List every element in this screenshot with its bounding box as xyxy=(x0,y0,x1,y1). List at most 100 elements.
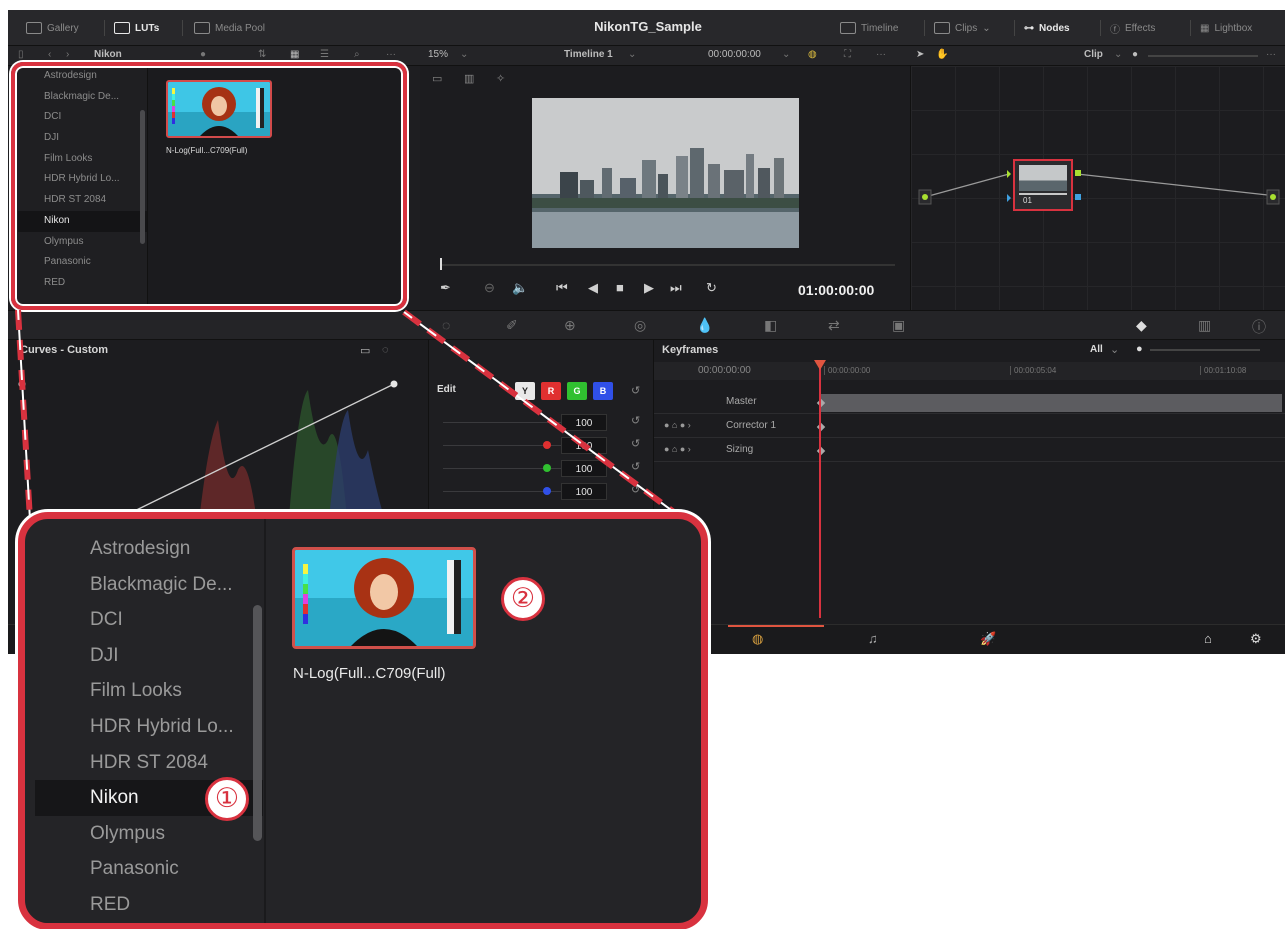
slider-handle-icon[interactable]: ● xyxy=(200,49,206,60)
play-reverse-icon[interactable]: ◀ xyxy=(588,280,598,296)
nodes-button[interactable]: ⊶ Nodes xyxy=(1024,19,1070,37)
lut-category-item[interactable]: Blackmagic De... xyxy=(35,567,263,603)
luts-button[interactable]: LUTs xyxy=(114,19,159,37)
lut-category-item[interactable]: Olympus xyxy=(35,816,263,852)
chevron-down-icon[interactable]: ⌄ xyxy=(628,49,636,60)
skip-back-icon[interactable]: ⏮ xyxy=(556,280,568,296)
lut-category-item[interactable]: DJI xyxy=(35,638,263,674)
highlight-icon[interactable]: ✧ xyxy=(496,72,505,85)
master-keyframe-bar[interactable] xyxy=(820,394,1282,412)
keyframe-track[interactable]: Corrector 1 ● ⌂ ● › xyxy=(654,416,1285,438)
channel-value-field[interactable]: 100 xyxy=(561,414,607,431)
viewer-mode-icon[interactable]: ▭ xyxy=(432,72,442,85)
stop-icon[interactable]: ■ xyxy=(616,280,624,295)
more-icon[interactable]: ··· xyxy=(386,49,396,60)
lut-category-item[interactable]: HDR Hybrid Lo... xyxy=(35,709,263,745)
channel-slider[interactable] xyxy=(443,491,571,492)
playhead[interactable] xyxy=(440,258,442,270)
window-icon[interactable]: ◌ xyxy=(442,317,450,333)
channel-slider[interactable] xyxy=(443,468,571,469)
color-page-icon[interactable]: ◍ xyxy=(752,631,763,647)
forward-icon[interactable]: › xyxy=(66,49,69,60)
lut-category-item[interactable]: HDR ST 2084 xyxy=(35,745,263,781)
curve-link-icon[interactable]: ◌ xyxy=(382,344,389,356)
zoom-slider[interactable] xyxy=(1148,55,1258,57)
reset-icon[interactable]: ↺ xyxy=(631,384,640,397)
scrubber-bar[interactable] xyxy=(440,264,895,266)
reset-icon[interactable]: ↺ xyxy=(631,483,640,496)
track-controls-icon[interactable]: ● ⌂ ● › xyxy=(664,420,691,430)
channel-slider[interactable] xyxy=(443,422,571,423)
zoom-level[interactable]: 15% xyxy=(428,49,448,60)
keyframe-lane[interactable] xyxy=(820,442,1282,460)
lut-category-item[interactable]: RED xyxy=(35,887,263,923)
chevron-down-icon[interactable]: ⌄ xyxy=(1110,343,1119,356)
sidebar-toggle-icon[interactable]: ▯ xyxy=(18,49,24,60)
fullscreen-icon[interactable]: ⛶ xyxy=(844,49,851,60)
scopes-icon[interactable]: ▥ xyxy=(1198,317,1211,334)
channel-value-field[interactable]: 100 xyxy=(561,437,607,454)
home-icon[interactable]: ⌂ xyxy=(1204,631,1212,646)
sort-icon[interactable]: ⇅ xyxy=(258,49,266,60)
grid-view-icon[interactable]: ▦ xyxy=(290,49,299,60)
tracker-icon[interactable]: ⊕ xyxy=(564,317,576,334)
channel-button[interactable]: R xyxy=(541,382,561,400)
chevron-down-icon[interactable]: ⌄ xyxy=(1114,49,1122,60)
lightbox-button[interactable]: ▦ Lightbox xyxy=(1200,19,1252,37)
reset-icon[interactable]: ↺ xyxy=(631,414,640,427)
timeline-selector[interactable]: Timeline 1 xyxy=(564,49,613,60)
keyframe-track[interactable]: Sizing ● ⌂ ● › xyxy=(654,440,1285,462)
more-icon[interactable]: ··· xyxy=(876,49,886,60)
gallery-button[interactable]: Gallery xyxy=(26,19,79,37)
lut-category-item[interactable]: Panasonic xyxy=(35,851,263,887)
channel-slider[interactable] xyxy=(443,445,571,446)
info-icon[interactable]: ⓘ xyxy=(1252,317,1266,337)
link-icon[interactable]: ⊖ xyxy=(484,280,495,296)
lut-category-item[interactable]: Astrodesign xyxy=(35,531,263,567)
list-view-icon[interactable]: ☰ xyxy=(320,49,329,60)
viewer-timecode[interactable]: 00:00:00:00 xyxy=(708,49,761,60)
node-01[interactable]: 01 xyxy=(1013,159,1073,211)
channel-button[interactable]: G xyxy=(567,382,587,400)
magic-mask-icon[interactable]: ◎ xyxy=(634,317,646,334)
zoom-slider-handle-icon[interactable]: ● xyxy=(1132,49,1138,60)
clips-button[interactable]: Clips ⌄ xyxy=(934,19,991,37)
play-icon[interactable]: ▶ xyxy=(644,280,654,296)
zoom-slider[interactable] xyxy=(1150,349,1260,351)
lut-thumbnail-zoomed[interactable] xyxy=(292,547,476,649)
loop-icon[interactable]: ↻ xyxy=(706,280,717,296)
blur-icon[interactable]: 💧 xyxy=(696,317,713,334)
reset-icon[interactable]: ↺ xyxy=(631,437,640,450)
key-icon[interactable]: ◧ xyxy=(764,317,777,334)
channel-value-field[interactable]: 100 xyxy=(561,483,607,500)
channel-value-field[interactable]: 100 xyxy=(561,460,607,477)
color-wheel-icon[interactable]: ◍ xyxy=(808,49,817,60)
pointer-icon[interactable]: ➤ xyxy=(916,49,924,60)
reset-icon[interactable]: ↺ xyxy=(631,460,640,473)
zoom-handle-icon[interactable]: ● xyxy=(1136,343,1143,355)
track-controls-icon[interactable]: ● ⌂ ● › xyxy=(664,444,691,454)
hand-icon[interactable]: ✋ xyxy=(936,49,948,60)
3d-icon[interactable]: ▣ xyxy=(892,317,905,334)
node-mode-selector[interactable]: Clip xyxy=(1084,49,1103,60)
sizing-icon[interactable]: ⇄ xyxy=(828,317,840,334)
lut-category-item[interactable]: Film Looks xyxy=(35,673,263,709)
chevron-down-icon[interactable]: ⌄ xyxy=(782,49,790,60)
keyframe-filter[interactable]: All xyxy=(1090,344,1103,355)
more-icon[interactable]: ··· xyxy=(1266,49,1276,60)
back-icon[interactable]: ‹ xyxy=(48,49,51,60)
skip-forward-icon[interactable]: ⏭ xyxy=(670,280,682,296)
scrollbar[interactable] xyxy=(253,605,262,841)
media-pool-button[interactable]: Media Pool xyxy=(194,19,265,37)
keyframe-toggle-icon[interactable]: ◆ xyxy=(1136,317,1147,334)
keyframe-lane[interactable] xyxy=(820,418,1282,436)
qualifier-icon[interactable]: ✐ xyxy=(506,317,518,334)
fairlight-page-icon[interactable]: ♫ xyxy=(868,631,878,646)
eyedropper-icon[interactable]: ✒ xyxy=(440,280,451,296)
viewer-frame[interactable] xyxy=(532,98,799,248)
effects-button[interactable]: ⓕ Effects xyxy=(1110,19,1155,37)
node-editor[interactable]: 01 xyxy=(910,66,1285,310)
deliver-page-icon[interactable]: 🚀 xyxy=(980,631,996,647)
search-icon[interactable]: ⌕ xyxy=(354,49,360,60)
channel-button[interactable]: B xyxy=(593,382,613,400)
